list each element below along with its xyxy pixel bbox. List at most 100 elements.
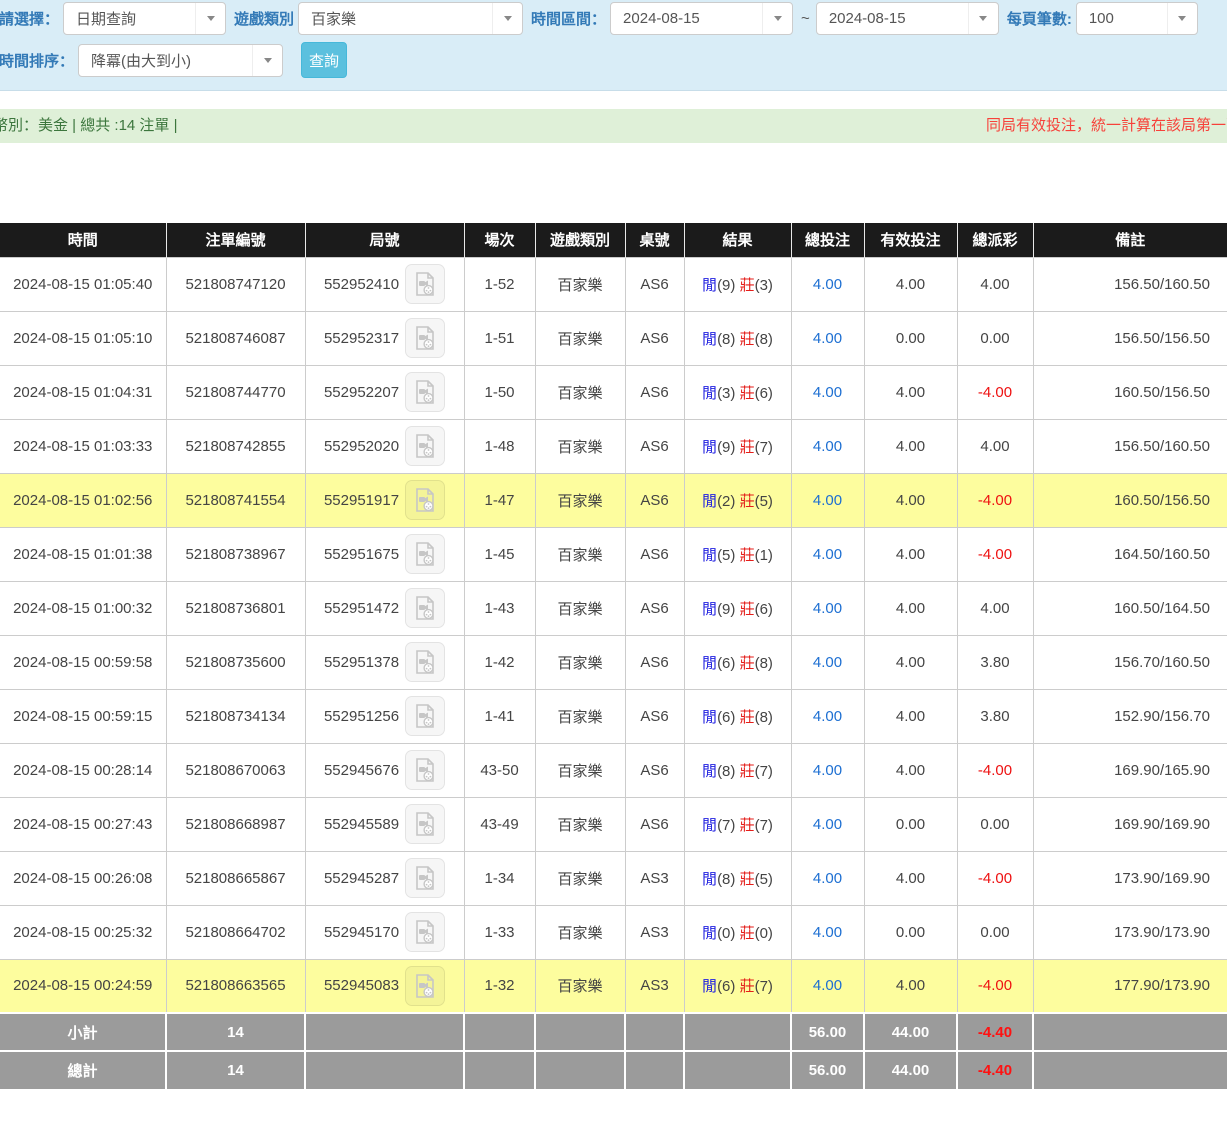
cell-table-no: AS3 <box>625 959 684 1013</box>
video-replay-button[interactable] <box>405 804 445 844</box>
cell-result: 閒(0) 莊(0) <box>684 905 791 959</box>
query-button[interactable]: 查詢 <box>301 42 347 78</box>
player-label: 閒 <box>702 925 717 942</box>
cell-game-type: 百家樂 <box>535 797 625 851</box>
cell-result: 閒(6) 莊(7) <box>684 959 791 1013</box>
cell-payout: -4.00 <box>957 743 1033 797</box>
cell-valid-bet: 4.00 <box>864 365 957 419</box>
column-header-5: 桌號 <box>625 223 684 257</box>
video-replay-button[interactable] <box>405 642 445 682</box>
date-to-picker[interactable]: 2024-08-15 <box>816 2 999 35</box>
video-replay-icon <box>413 271 437 297</box>
banker-label: 莊 <box>740 331 755 348</box>
column-header-0: 時間 <box>0 223 166 257</box>
chevron-down-icon <box>1167 3 1197 34</box>
cell-table-no: AS6 <box>625 365 684 419</box>
cell-total-bet[interactable]: 4.00 <box>791 635 864 689</box>
cell-valid-bet: 4.00 <box>864 473 957 527</box>
cell-game-type: 百家樂 <box>535 311 625 365</box>
cell-payout: -4.00 <box>957 527 1033 581</box>
select-type-dropdown[interactable]: 日期查詢 <box>63 2 226 35</box>
grand-total-row: 總計1456.0044.00-4.40 <box>0 1051 1227 1089</box>
cell-table-no: AS6 <box>625 419 684 473</box>
video-replay-icon <box>413 865 437 891</box>
page-size-dropdown[interactable]: 100 <box>1076 2 1198 35</box>
bet-history-page: 請選擇： 日期查詢 遊戲類別 百家樂 時間區間： 2024-08-15 ~ 20… <box>0 0 1227 1128</box>
video-replay-button[interactable] <box>405 534 445 574</box>
cell-round-id: 552945287 <box>305 851 464 905</box>
cell-total-bet[interactable]: 4.00 <box>791 689 864 743</box>
table-row: 2024-08-15 01:01:38521808738967552951675… <box>0 527 1227 581</box>
footer-empty-table <box>625 1013 684 1051</box>
chevron-down-icon <box>252 45 282 76</box>
video-replay-button[interactable] <box>405 426 445 466</box>
cell-bet-id: 521808734134 <box>166 689 305 743</box>
cell-total-bet[interactable]: 4.00 <box>791 311 864 365</box>
cell-result: 閒(8) 莊(7) <box>684 743 791 797</box>
game-type-dropdown[interactable]: 百家樂 <box>298 2 523 35</box>
footer-empty-round <box>305 1013 464 1051</box>
video-replay-button[interactable] <box>405 912 445 952</box>
cell-round-id: 552952020 <box>305 419 464 473</box>
cell-payout: -4.00 <box>957 851 1033 905</box>
cell-result: 閒(6) 莊(8) <box>684 635 791 689</box>
game-type-label: 遊戲類別 <box>234 8 294 29</box>
cell-round-id: 552945170 <box>305 905 464 959</box>
subtotal-row: 小計1456.0044.00-4.40 <box>0 1013 1227 1051</box>
cell-total-bet[interactable]: 4.00 <box>791 419 864 473</box>
cell-result: 閒(9) 莊(6) <box>684 581 791 635</box>
cell-total-bet[interactable]: 4.00 <box>791 905 864 959</box>
cell-bet-id: 521808744770 <box>166 365 305 419</box>
cell-valid-bet: 0.00 <box>864 797 957 851</box>
video-replay-button[interactable] <box>405 696 445 736</box>
cell-game-type: 百家樂 <box>535 635 625 689</box>
banker-label: 莊 <box>740 547 755 564</box>
video-replay-button[interactable] <box>405 480 445 520</box>
cell-total-bet[interactable]: 4.00 <box>791 743 864 797</box>
video-replay-button[interactable] <box>405 966 445 1006</box>
video-replay-button[interactable] <box>405 588 445 628</box>
cell-total-bet[interactable]: 4.00 <box>791 365 864 419</box>
cell-time: 2024-08-15 01:04:31 <box>0 365 166 419</box>
cell-round-id: 552951378 <box>305 635 464 689</box>
video-replay-button[interactable] <box>405 750 445 790</box>
video-replay-button[interactable] <box>405 264 445 304</box>
video-replay-button[interactable] <box>405 318 445 358</box>
table-row: 2024-08-15 00:59:58521808735600552951378… <box>0 635 1227 689</box>
cell-total-bet[interactable]: 4.00 <box>791 581 864 635</box>
column-header-1: 注單編號 <box>166 223 305 257</box>
cell-total-bet[interactable]: 4.00 <box>791 959 864 1013</box>
date-from-picker[interactable]: 2024-08-15 <box>610 2 793 35</box>
cell-total-bet[interactable]: 4.00 <box>791 527 864 581</box>
cell-total-bet[interactable]: 4.00 <box>791 473 864 527</box>
cell-session: 1-45 <box>464 527 535 581</box>
video-replay-button[interactable] <box>405 858 445 898</box>
cell-result: 閒(7) 莊(7) <box>684 797 791 851</box>
cell-total-bet[interactable]: 4.00 <box>791 257 864 311</box>
cell-remark: 173.90/173.90 <box>1033 905 1227 959</box>
cell-time: 2024-08-15 00:25:32 <box>0 905 166 959</box>
bet-history-table: 時間注單編號局號場次遊戲類別桌號結果總投注有效投注總派彩備註 2024-08-1… <box>0 223 1227 1089</box>
same-round-note: 同局有效投注，統一計算在該局第一張 <box>986 109 1227 143</box>
cell-remark: 169.90/169.90 <box>1033 797 1227 851</box>
cell-remark: 156.70/160.50 <box>1033 635 1227 689</box>
video-replay-button[interactable] <box>405 372 445 412</box>
cell-bet-id: 521808668987 <box>166 797 305 851</box>
cell-total-bet[interactable]: 4.00 <box>791 797 864 851</box>
table-row: 2024-08-15 01:04:31521808744770552952207… <box>0 365 1227 419</box>
cell-valid-bet: 4.00 <box>864 689 957 743</box>
footer-empty-game <box>535 1013 625 1051</box>
time-range-label: 時間區間： <box>531 8 606 29</box>
cell-table-no: AS6 <box>625 581 684 635</box>
cell-total-bet[interactable]: 4.00 <box>791 851 864 905</box>
table-row: 2024-08-15 00:27:43521808668987552945589… <box>0 797 1227 851</box>
chevron-down-icon <box>195 3 225 34</box>
cell-session: 1-32 <box>464 959 535 1013</box>
filter-bar: 請選擇： 日期查詢 遊戲類別 百家樂 時間區間： 2024-08-15 ~ 20… <box>0 0 1227 91</box>
video-replay-icon <box>413 325 437 351</box>
cell-game-type: 百家樂 <box>535 743 625 797</box>
cell-valid-bet: 4.00 <box>864 743 957 797</box>
video-replay-icon <box>413 919 437 945</box>
sort-dropdown[interactable]: 降冪(由大到小) <box>78 44 283 77</box>
cell-table-no: AS3 <box>625 905 684 959</box>
